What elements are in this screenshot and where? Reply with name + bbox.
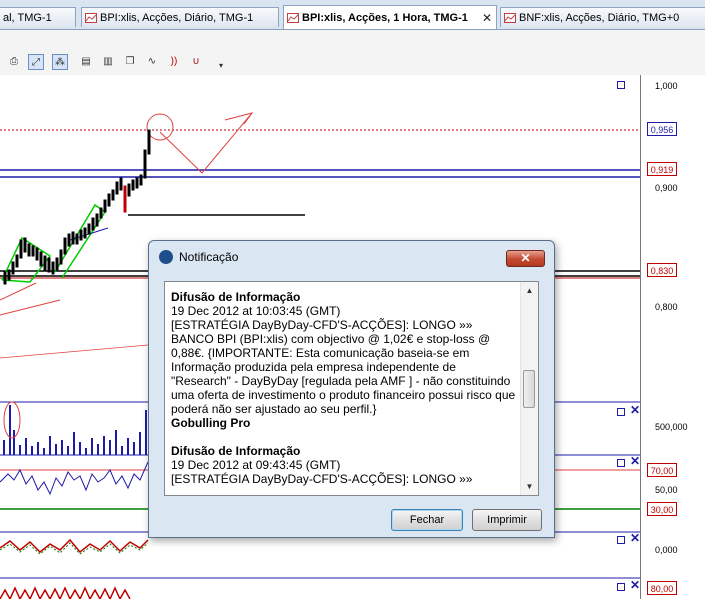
tab-close-icon[interactable]: ✕ [482,6,492,29]
annotation-line [0,299,61,316]
drawing-toolbar: ⎙ ⤢ ⁂ ▤ ▥ ❐ ∿ )) ∪ ▾ [0,30,705,75]
app-icon [159,250,173,264]
close-panel-icon[interactable]: ✕ [630,531,640,545]
chart-icon [85,13,97,23]
price-candles [3,129,151,285]
sound-icon[interactable]: )) [166,54,182,70]
maximize-panel-icon[interactable] [617,536,625,544]
close-panel-icon[interactable]: ✕ [630,578,640,592]
magnet-icon[interactable]: ⁂ [52,54,68,70]
level-price-box: 0,830 [647,263,677,277]
message-text: Difusão de Informação 19 Dec 2012 at 10:… [171,290,516,486]
maximize-panel-icon[interactable] [617,459,625,467]
rsi-level-box: 70,00 [647,463,677,477]
message-signature: Gobulling Pro [171,416,251,430]
axis-tick-label: 500,000 [655,422,688,432]
dialog-title: Notificação [179,250,239,264]
annotation-line [0,282,37,301]
copy-icon[interactable]: ❐ [122,54,138,70]
scroll-down-icon[interactable]: ▼ [521,478,538,495]
chart-icon [287,13,299,23]
rsi-line [0,461,149,496]
message-list[interactable]: Difusão de Informação 19 Dec 2012 at 10:… [164,281,539,496]
chart-tab-bar: al, TMG-1 BPI:xlis, Acções, Diário, TMG-… [0,0,705,30]
axis-tick-label: 0,000 [655,545,678,555]
tab-label: BPI:xlis, Acções, 1 Hora, TMG-1 [302,12,468,24]
axis-tick-label: 0,900 [655,183,678,193]
rsi-level-box: 30,00 [647,502,677,516]
projection-arrow [224,112,254,125]
crosshair-icon[interactable]: ⤢ [28,54,44,70]
close-dialog-button[interactable]: Fechar [391,509,463,531]
close-panel-icon[interactable]: ✕ [630,403,640,417]
projection-arrow [159,112,253,174]
message-body: [ESTRATÉGIA DayByDay-CFD'S-ACÇÕES]: LONG… [171,318,516,416]
axis-tick-label: 1,000 [655,81,678,91]
message-heading: Difusão de Informação [171,290,301,304]
tab-label: BPI:xlis, Acções, Diário, TMG-1 [100,12,254,24]
indicator-icon[interactable]: ∿ [144,54,160,70]
chart-icon [504,13,516,23]
volume-bars [3,405,147,455]
osc-level-box: 80,00 [647,581,677,595]
tab-label: BNF:xlis, Acções, Diário, TMG+0 [519,12,680,24]
message-timestamp: 19 Dec 2012 at 09:43:45 (GMT) [171,458,341,472]
line-chart-icon[interactable]: ▥ [100,54,116,70]
tab-chart-1[interactable]: al, TMG-1 [0,7,76,27]
level-price-box: 0,919 [647,162,677,176]
maximize-panel-icon[interactable] [617,583,625,591]
close-panel-icon[interactable]: ✕ [630,454,640,468]
print-button[interactable]: Imprimir [472,509,542,531]
annotation-circle [146,113,174,141]
maximize-panel-icon[interactable] [617,81,625,89]
scroll-up-icon[interactable]: ▲ [521,282,538,299]
axis-tick-label: 50,00 [655,485,678,495]
annotation-line [0,344,149,359]
stochastic-line [0,586,131,599]
notification-dialog: Notificação ✕ Difusão de Informação 19 D… [148,240,555,538]
last-price-box: 0,956 [647,122,677,136]
close-button[interactable]: ✕ [506,250,545,267]
scroll-thumb[interactable] [523,370,535,408]
message-timestamp: 19 Dec 2012 at 10:03:45 (GMT) [171,304,341,318]
price-axis: 1,000 0,900 0,800 0,956 0,919 0,830 500,… [640,75,705,599]
tab-bpi-hourly[interactable]: BPI:xlis, Acções, 1 Hora, TMG-1 ✕ [283,5,497,29]
oscillator-line [0,538,149,554]
bar-chart-icon[interactable]: ▤ [78,54,94,70]
message-body: [ESTRATÉGIA DayByDay-CFD'S-ACÇÕES]: LONG… [171,472,473,486]
chevron-down-icon[interactable]: ▾ [213,58,229,74]
tab-bnf-daily[interactable]: BNF:xlis, Acções, Diário, TMG+0 [500,7,705,27]
vertical-scrollbar[interactable]: ▲ ▼ [520,282,538,495]
axis-tick-label: 0,800 [655,302,678,312]
magnet-icon[interactable]: ∪ [188,54,204,70]
tab-label: al, TMG-1 [3,12,52,24]
dialog-title-bar[interactable]: Notificação ✕ [149,241,554,271]
maximize-panel-icon[interactable] [617,408,625,416]
annotation-circle [3,401,21,439]
tab-bpi-daily[interactable]: BPI:xlis, Acções, Diário, TMG-1 [81,7,279,27]
message-heading: Difusão de Informação [171,444,301,458]
print-icon[interactable]: ⎙ [6,54,22,70]
